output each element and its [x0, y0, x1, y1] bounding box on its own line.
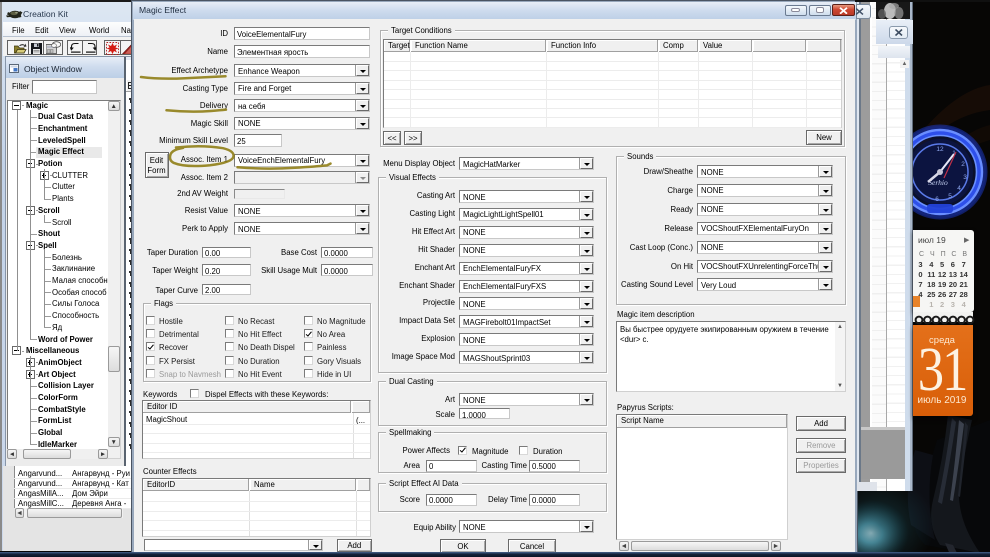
svg-text:12: 12	[936, 146, 944, 153]
svg-text:5: 5	[948, 193, 952, 200]
svg-text:3: 3	[963, 174, 967, 181]
svg-text:2: 2	[961, 161, 965, 168]
svg-text:4: 4	[957, 185, 961, 192]
svg-text:6: 6	[935, 196, 939, 203]
